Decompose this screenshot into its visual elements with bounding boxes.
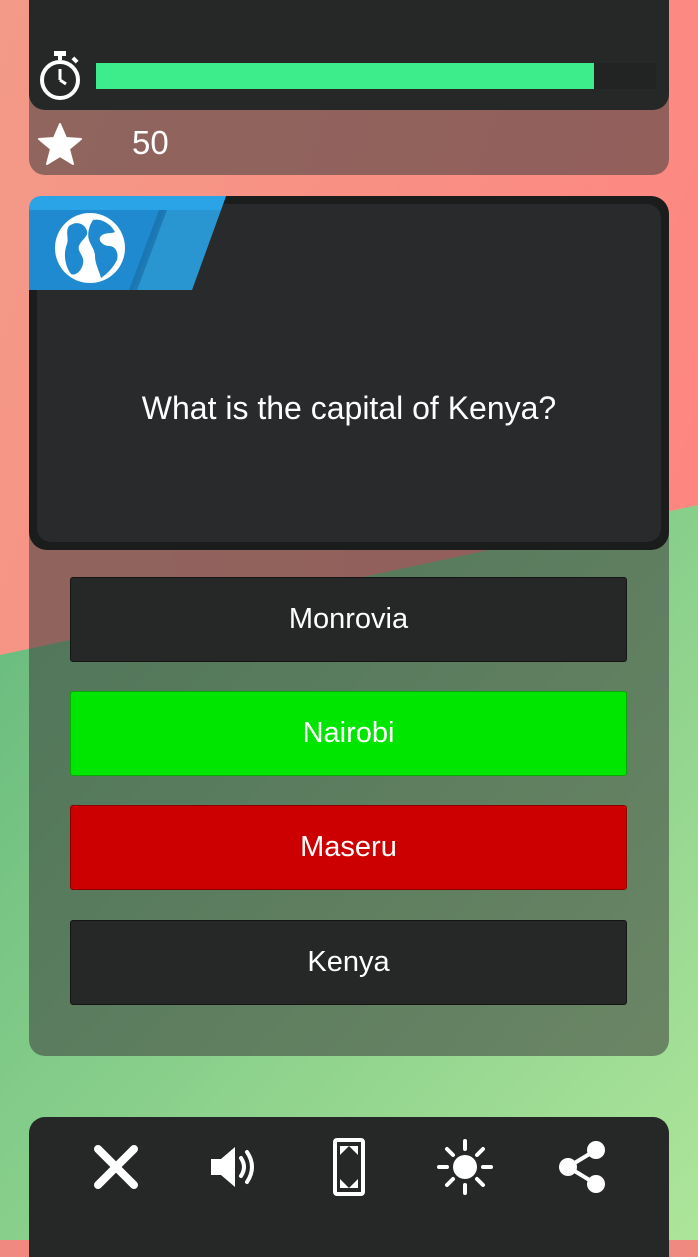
share-icon[interactable] [554,1138,610,1196]
question-text: What is the capital of Kenya? [141,390,557,426]
answer-button[interactable]: Kenya [70,920,627,1005]
brightness-icon[interactable] [437,1138,493,1196]
stopwatch-icon [40,51,80,100]
close-icon[interactable] [88,1138,144,1196]
answer-button-wrong[interactable]: Maseru [70,805,627,890]
category-badge [29,196,226,290]
answer-button[interactable]: Monrovia [70,577,627,662]
globe-icon [55,213,125,283]
answer-button-correct[interactable]: Nairobi [70,691,627,776]
fullscreen-icon[interactable] [321,1138,377,1196]
timer-progress-bar [96,63,656,89]
timer-progress-fill [96,63,595,89]
star-icon [38,123,82,165]
timer-panel [29,0,669,110]
sound-icon[interactable] [205,1138,261,1196]
score-value: 50 [132,124,169,161]
